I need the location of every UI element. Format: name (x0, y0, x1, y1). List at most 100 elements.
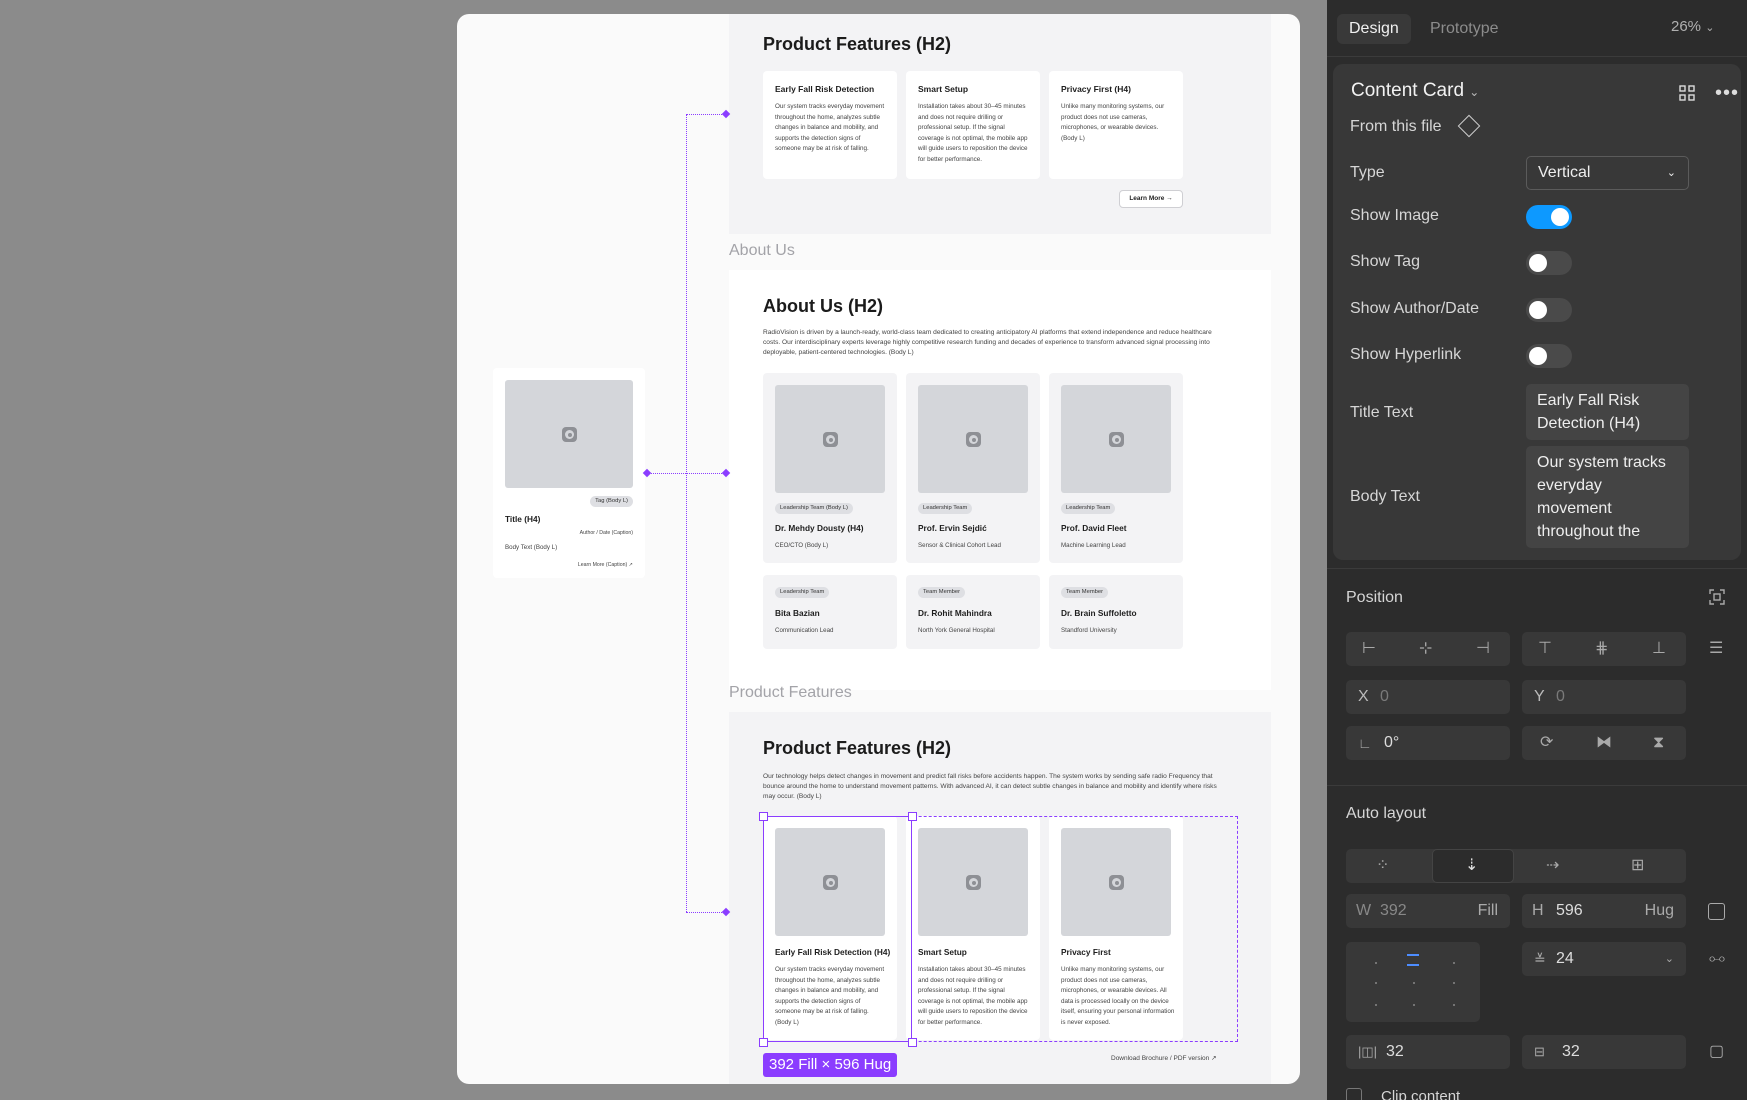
member-name: Dr. Rohit Mahindra (918, 608, 992, 618)
member-role: Sensor & Clinical Cohort Lead (918, 542, 1001, 549)
alignment-dot[interactable] (1453, 962, 1455, 964)
team-member-card[interactable]: Leadership Team Prof. Ervin Sejdić Sensor … (906, 373, 1040, 563)
alignment-dot[interactable] (1375, 982, 1377, 984)
component-name-dropdown[interactable]: Content Card ⌄ (1351, 80, 1479, 102)
align-right-icon[interactable]: ⊣ (1476, 641, 1490, 657)
design-canvas[interactable]: Product Features (H2) Early Fall Risk De… (0, 0, 1327, 1100)
team-member-card[interactable]: Team Member Dr. Brain Suffoletto Standford… (1049, 575, 1183, 649)
section-label-product-features: Product Features (729, 684, 852, 701)
body-text-input[interactable]: Our system tracks everyday movement thro… (1526, 446, 1689, 548)
rotate-icon[interactable]: ⟳ (1540, 735, 1553, 751)
resize-handle[interactable] (908, 1038, 917, 1047)
gap-field[interactable]: ≚ 24 ⌄ (1522, 942, 1686, 976)
resize-handle[interactable] (759, 1038, 768, 1047)
rotation-field[interactable]: ∟ 0° (1346, 726, 1510, 760)
vertical-padding-value: 32 (1562, 1043, 1580, 1060)
team-member-card[interactable]: Leadership Team (Body L) Dr. Mehdy Dousty… (763, 373, 897, 563)
h-mode[interactable]: Hug (1645, 894, 1674, 928)
horizontal-padding-field[interactable]: |◫| 32 (1346, 1035, 1510, 1069)
more-options-icon[interactable]: ••• (1715, 82, 1739, 105)
text-line: coverage is not optimal, the mobile app (918, 134, 1028, 142)
text-line: for better performance. (918, 155, 983, 163)
properties-panel: Design Prototype 26% ⌄ Content Card ⌄ ••… (1327, 0, 1747, 1100)
rotation-value: 0° (1384, 734, 1400, 751)
flip-horizontal-icon[interactable]: ⧓ (1596, 735, 1612, 751)
team-member-card[interactable]: Leadership Team Bita Bazian Communication … (763, 575, 897, 649)
learn-more-button[interactable]: Learn More → (1119, 190, 1183, 208)
toggle-switch[interactable] (1526, 298, 1572, 322)
align-left-icon[interactable]: ⊢ (1362, 641, 1376, 657)
component-grid-icon[interactable] (1678, 84, 1696, 102)
feature-card[interactable]: Smart Setup Installation takes about 30–4… (906, 71, 1040, 179)
tab-prototype[interactable]: Prototype (1418, 14, 1510, 44)
title-text-input[interactable]: Early Fall Risk Detection (H4) (1526, 384, 1689, 440)
download-brochure-link[interactable]: Download Brochure / PDF version ↗ (1111, 1054, 1217, 1064)
alignment-dot[interactable] (1375, 1004, 1377, 1006)
flip-vertical-icon[interactable]: ⧗ (1653, 735, 1664, 751)
alignment-dot[interactable] (1413, 1004, 1415, 1006)
section-product-features-top[interactable]: Product Features (H2) Early Fall Risk De… (729, 14, 1271, 234)
align-middle-icon[interactable]: ⋕ (1595, 641, 1608, 657)
w-mode[interactable]: Fill (1478, 894, 1498, 928)
selection-outline[interactable] (763, 816, 912, 1042)
zoom-dropdown[interactable]: 26% ⌄ (1671, 18, 1714, 35)
learn-more-link[interactable]: Learn More (Caption) ↗ (578, 562, 633, 568)
feature-card[interactable]: Early Fall Risk Detection Our system trac… (763, 71, 897, 179)
text-line: Unlike many monitoring systems, our (1061, 103, 1165, 110)
width-field[interactable]: W 392 Fill (1346, 894, 1510, 928)
chevron-down-icon[interactable]: ⌄ (1665, 942, 1674, 976)
team-member-card[interactable]: Team Member Dr. Rohit Mahindra North York … (906, 575, 1040, 649)
layout-vertical-button[interactable]: ⇣ (1432, 849, 1514, 883)
align-bottom-icon[interactable]: ⊥ (1652, 641, 1666, 657)
tab-design[interactable]: Design (1337, 14, 1411, 44)
section-about[interactable]: About Us (H2) RadioVision is driven by a… (729, 270, 1271, 690)
member-role: CEO/CTO (Body L) (775, 542, 829, 549)
align-top-icon[interactable]: ⊤ (1538, 641, 1552, 657)
member-name: Dr. Mehdy Dousty (H4) (775, 523, 864, 533)
divider (1327, 568, 1747, 569)
height-field[interactable]: H 596 Hug (1522, 894, 1686, 928)
layout-free-icon[interactable]: ⁘ (1376, 858, 1389, 874)
member-name: Prof. David Fleet (1061, 523, 1127, 533)
alignment-dot[interactable] (1375, 962, 1377, 964)
type-value: Vertical (1538, 164, 1591, 181)
resize-handle[interactable] (908, 812, 917, 821)
page-frame[interactable]: Product Features (H2) Early Fall Risk De… (457, 14, 1300, 1084)
toggle-label: Show Tag (1350, 253, 1420, 270)
resize-to-fit-icon[interactable] (1708, 903, 1725, 920)
connector-line (686, 912, 726, 913)
toggle-switch[interactable] (1526, 251, 1572, 275)
x-label: X (1358, 688, 1369, 705)
horizontal-padding-value: 32 (1386, 1043, 1404, 1060)
x-field[interactable]: X 0 (1346, 680, 1510, 714)
y-field[interactable]: Y 0 (1522, 680, 1686, 714)
text-line: microphones, or wearable devices. (1061, 124, 1159, 132)
text-line: costs. Our interdisciplinary experts lev… (763, 339, 1210, 346)
layout-horizontal-icon[interactable]: ⇢ (1546, 858, 1559, 874)
text-line: and does not require drilling or (918, 113, 1004, 121)
role-tag: Leadership Team (918, 503, 973, 514)
individual-padding-icon[interactable]: ▢ (1709, 1044, 1724, 1060)
team-member-card[interactable]: Leadership Team Prof. David Fleet Machine … (1049, 373, 1183, 563)
type-select[interactable]: Vertical ⌄ (1526, 156, 1689, 190)
alignment-dot[interactable] (1413, 982, 1415, 984)
component-diamond-icon[interactable] (1457, 114, 1481, 138)
resize-handle[interactable] (759, 812, 768, 821)
content-card-component[interactable]: Tag (Body L) Title (H4) Author / Date (C… (493, 368, 645, 578)
alignment-dot[interactable] (1453, 1004, 1455, 1006)
align-center-horizontal-icon[interactable]: ⊹ (1419, 641, 1432, 657)
toggle-switch[interactable] (1526, 205, 1572, 229)
clip-content-checkbox[interactable] (1346, 1088, 1362, 1100)
y-label: Y (1534, 688, 1545, 705)
distribute-icon[interactable]: ☰ (1709, 641, 1723, 657)
feature-card[interactable]: Privacy First (H4) Unlike many monitoring… (1049, 71, 1183, 179)
card-title: Early Fall Risk Detection (775, 84, 875, 94)
layout-grid-icon[interactable]: ⊞ (1631, 858, 1644, 874)
alignment-grid[interactable] (1346, 942, 1480, 1022)
vertical-padding-field[interactable]: ⊟ 32 (1522, 1035, 1686, 1069)
focus-frame-icon[interactable] (1708, 588, 1726, 606)
image-icon (1109, 432, 1124, 447)
layout-settings-icon[interactable]: ⧟ (1709, 951, 1725, 967)
toggle-switch[interactable] (1526, 344, 1572, 368)
alignment-dot[interactable] (1453, 982, 1455, 984)
